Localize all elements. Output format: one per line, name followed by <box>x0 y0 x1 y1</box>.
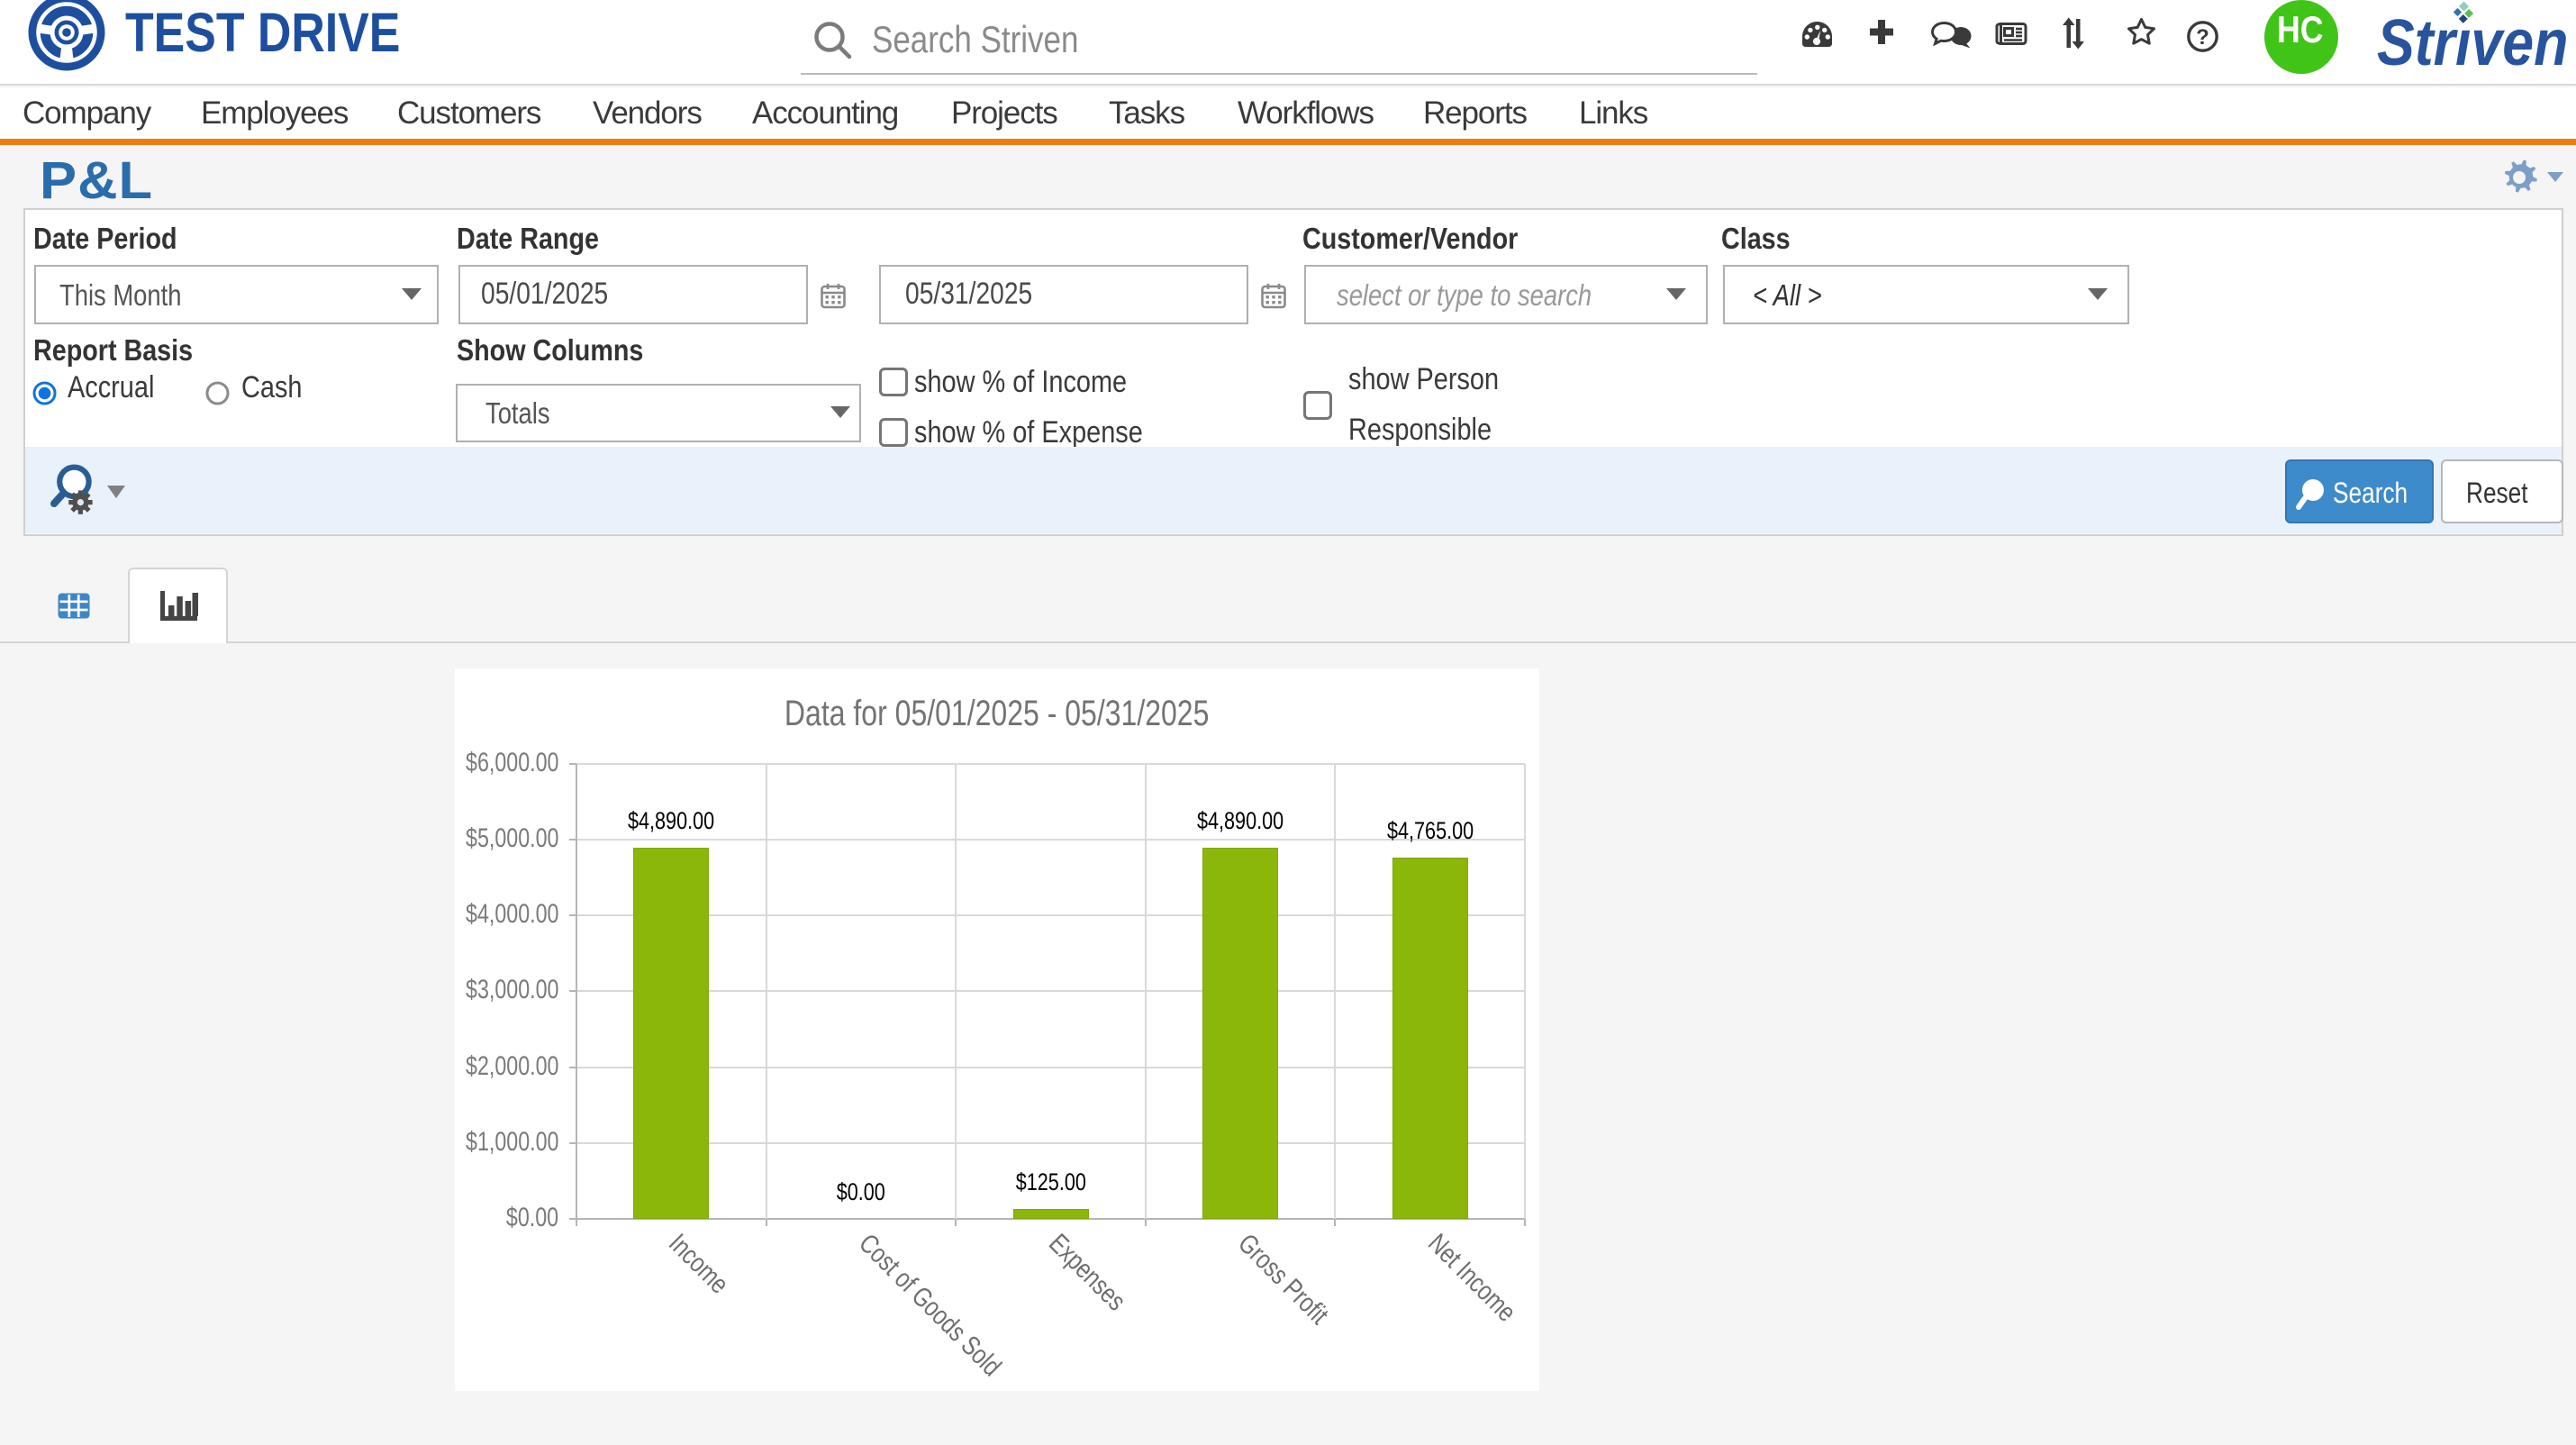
svg-text:?: ? <box>2196 25 2209 50</box>
